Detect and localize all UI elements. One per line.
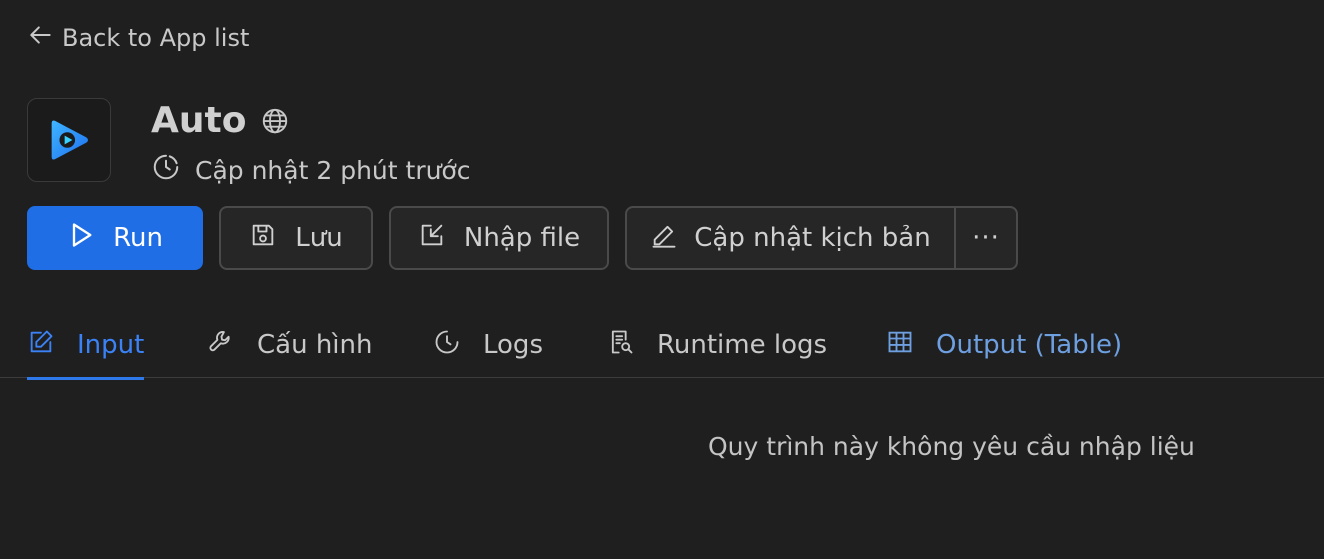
tab-input[interactable]: Input [27,312,145,380]
tab-output-table-label: Output (Table) [936,330,1123,360]
arrow-left-icon [28,22,54,54]
tab-runtime-logs[interactable]: Runtime logs [607,312,827,378]
run-button-label: Run [113,223,163,253]
update-script-label: Cập nhật kịch bản [694,223,931,253]
last-updated: Cập nhật 2 phút trước [151,152,470,188]
import-button-label: Nhập file [463,223,581,253]
more-actions-button[interactable]: ··· [956,208,1016,268]
last-updated-text: Cập nhật 2 phút trước [195,155,471,185]
run-button[interactable]: Run [27,206,203,270]
pencil-icon [650,221,678,256]
save-button-label: Lưu [295,223,343,253]
import-icon [418,221,446,256]
play-logo-icon [51,120,89,160]
save-icon [249,221,277,256]
update-script-button[interactable]: Cập nhật kịch bản [627,208,956,268]
wrench-icon [207,328,235,363]
app-logo [27,98,111,182]
update-script-split-button: Cập nhật kịch bản ··· [625,206,1018,270]
empty-input-message: Quy trình này không yêu cầu nhập liệu [708,432,1195,461]
log-search-icon [607,328,635,363]
tab-config-label: Cấu hình [257,330,373,360]
app-title: Auto [151,100,247,141]
back-to-app-list-link[interactable]: Back to App list [28,22,249,54]
tab-logs[interactable]: Logs [433,312,543,378]
globe-icon [260,102,290,140]
back-link-label: Back to App list [62,24,250,52]
tab-runtime-logs-label: Runtime logs [657,330,828,360]
tab-logs-label: Logs [483,330,543,360]
import-file-button[interactable]: Nhập file [389,206,609,270]
tab-output-table[interactable]: Output (Table) [886,312,1122,378]
table-icon [886,328,914,363]
tab-bar: Input Cấu hình Logs Runtime logs Output … [0,300,1324,380]
history-icon [433,328,461,363]
play-icon [67,221,95,256]
tab-config[interactable]: Cấu hình [207,312,373,378]
app-title-row: Auto [151,100,290,141]
save-button[interactable]: Lưu [219,206,373,270]
app-detail-page: Back to App list Auto Cập nhật 2 phút tr… [0,0,1324,559]
more-icon: ··· [972,223,1000,253]
clock-icon [151,152,181,188]
tab-input-label: Input [77,330,145,360]
edit-icon [27,328,55,363]
